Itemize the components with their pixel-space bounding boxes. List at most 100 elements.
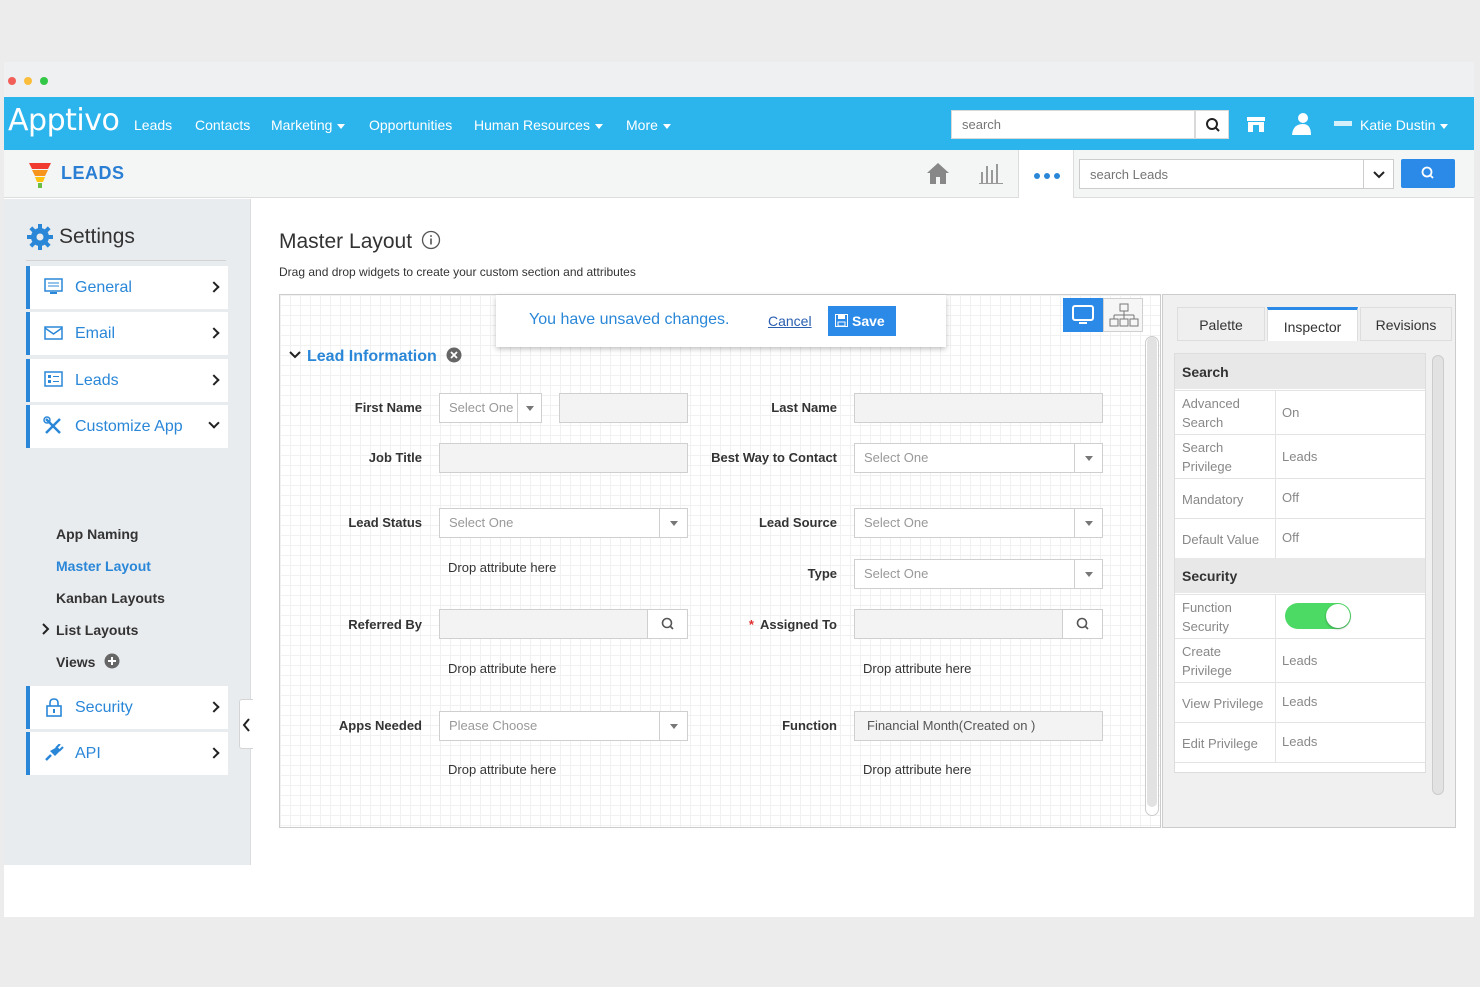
chevron-down-icon (289, 351, 301, 359)
scroll-thumb[interactable] (1147, 337, 1157, 807)
first-name-input[interactable] (559, 393, 688, 423)
dropdown-arrow[interactable] (659, 712, 687, 740)
nav-contacts[interactable]: Contacts (195, 117, 250, 133)
tab-palette[interactable]: Palette (1177, 307, 1265, 341)
function-security-toggle[interactable] (1285, 603, 1351, 629)
canvas-scrollbar[interactable] (1145, 336, 1159, 816)
sidebar-item-customize-app[interactable]: Customize App (26, 405, 228, 448)
function-value[interactable]: Financial Month(Created on ) (854, 711, 1103, 741)
remove-circle-icon[interactable] (446, 347, 462, 363)
select-value: Please Choose (449, 718, 538, 733)
assigned-to-text: Assigned To (759, 617, 837, 632)
lead-status-select[interactable]: Select One (439, 508, 688, 538)
settings-title: Settings (59, 225, 135, 248)
cancel-link[interactable]: Cancel (768, 313, 812, 329)
first-name-salutation-select[interactable]: Select One (439, 393, 542, 423)
column-divider (1275, 519, 1276, 558)
assigned-to-search-button[interactable] (1062, 610, 1102, 638)
user-menu[interactable]: Katie Dustin (1360, 117, 1449, 133)
search-icon (1076, 617, 1089, 630)
property-row: Advanced Search On (1175, 390, 1425, 434)
inspector-scrollbar[interactable] (1432, 355, 1444, 795)
store-icon[interactable] (1244, 112, 1268, 136)
leads-search-input[interactable] (1079, 159, 1364, 189)
property-key: View Privilege (1182, 696, 1264, 711)
sidebar-item-security[interactable]: Security (26, 686, 228, 729)
more-options-button[interactable] (1018, 150, 1074, 198)
nav-more[interactable]: More (626, 117, 671, 133)
sidebar-item-leads[interactable]: Leads (26, 359, 228, 402)
maximize-window-dot[interactable] (40, 77, 48, 85)
subitem-master-layout[interactable]: Master Layout (56, 558, 151, 574)
property-key: Create Privilege (1182, 644, 1232, 678)
save-button[interactable]: Save (828, 306, 896, 336)
drop-zone[interactable]: Drop attribute here (448, 560, 556, 575)
tab-revisions[interactable]: Revisions (1360, 307, 1452, 341)
drop-zone[interactable]: Drop attribute here (863, 661, 971, 676)
subitem-app-naming[interactable]: App Naming (56, 526, 138, 542)
lead-source-select[interactable]: Select One (854, 508, 1103, 538)
dropdown-arrow[interactable] (659, 509, 687, 537)
drop-zone[interactable]: Drop attribute here (448, 661, 556, 676)
referred-by-search-button[interactable] (647, 610, 687, 638)
property-value[interactable]: Leads (1282, 653, 1317, 668)
minimize-window-dot[interactable] (24, 77, 32, 85)
close-window-dot[interactable] (8, 77, 16, 85)
property-value[interactable]: Off (1282, 530, 1299, 545)
dropdown-arrow[interactable] (517, 394, 541, 422)
property-value[interactable]: On (1282, 405, 1299, 420)
toggle-knob (1326, 604, 1350, 628)
caret-down-icon (594, 123, 603, 129)
global-search-button[interactable] (1195, 110, 1229, 139)
apptivo-logo[interactable]: Apptivo (8, 103, 120, 138)
user-add-icon[interactable] (1289, 111, 1313, 137)
chevron-right-icon[interactable] (41, 623, 51, 635)
type-select[interactable]: Select One (854, 559, 1103, 589)
dropdown-arrow[interactable] (1074, 509, 1102, 537)
app-title: LEADS (61, 163, 125, 183)
nav-opportunities[interactable]: Opportunities (369, 117, 452, 133)
property-row: Create Privilege Leads (1175, 638, 1425, 682)
job-title-input[interactable] (439, 443, 688, 473)
hierarchy-view-button[interactable] (1103, 298, 1143, 332)
sidebar-collapse-handle[interactable] (239, 699, 253, 749)
reports-icon[interactable] (978, 160, 1004, 186)
function-label: Function (782, 718, 837, 733)
assigned-to-label: * Assigned To (707, 615, 837, 634)
subitem-views[interactable]: Views (56, 654, 95, 670)
property-key: Edit Privilege (1182, 736, 1258, 751)
dropdown-arrow[interactable] (1074, 444, 1102, 472)
first-name-label: First Name (354, 400, 422, 415)
subitem-list-layouts[interactable]: List Layouts (56, 622, 138, 638)
global-search-input[interactable] (951, 110, 1195, 139)
property-value[interactable]: Leads (1282, 694, 1317, 709)
referred-by-input[interactable] (439, 609, 688, 639)
drop-zone[interactable]: Drop attribute here (863, 762, 971, 777)
lead-information-section[interactable]: Lead Information (289, 347, 462, 366)
dropdown-arrow[interactable] (1074, 560, 1102, 588)
property-value[interactable]: Leads (1282, 449, 1317, 464)
column-divider (1275, 595, 1276, 638)
last-name-input[interactable] (854, 393, 1103, 423)
apps-needed-select[interactable]: Please Choose (439, 711, 688, 741)
nav-marketing[interactable]: Marketing (271, 117, 346, 133)
tab-inspector[interactable]: Inspector (1267, 307, 1358, 341)
nav-human-resources[interactable]: Human Resources (474, 117, 603, 133)
sidebar-item-general[interactable]: General (26, 266, 228, 309)
property-value[interactable]: Off (1282, 490, 1299, 505)
subitem-kanban-layouts[interactable]: Kanban Layouts (56, 590, 165, 606)
sidebar-item-api[interactable]: API (26, 732, 228, 775)
best-way-to-contact-select[interactable]: Select One (854, 443, 1103, 473)
envelope-icon (44, 326, 63, 340)
sidebar-item-email[interactable]: Email (26, 312, 228, 355)
drop-zone[interactable]: Drop attribute here (448, 762, 556, 777)
info-icon[interactable] (421, 230, 441, 250)
add-circle-icon[interactable] (104, 653, 120, 669)
nav-leads[interactable]: Leads (134, 117, 172, 133)
search-scope-dropdown[interactable] (1364, 159, 1394, 189)
property-value[interactable]: Leads (1282, 734, 1317, 749)
home-icon[interactable] (925, 160, 951, 186)
desktop-view-button[interactable] (1063, 298, 1103, 332)
leads-search-button[interactable] (1401, 159, 1455, 188)
assigned-to-input[interactable] (854, 609, 1103, 639)
